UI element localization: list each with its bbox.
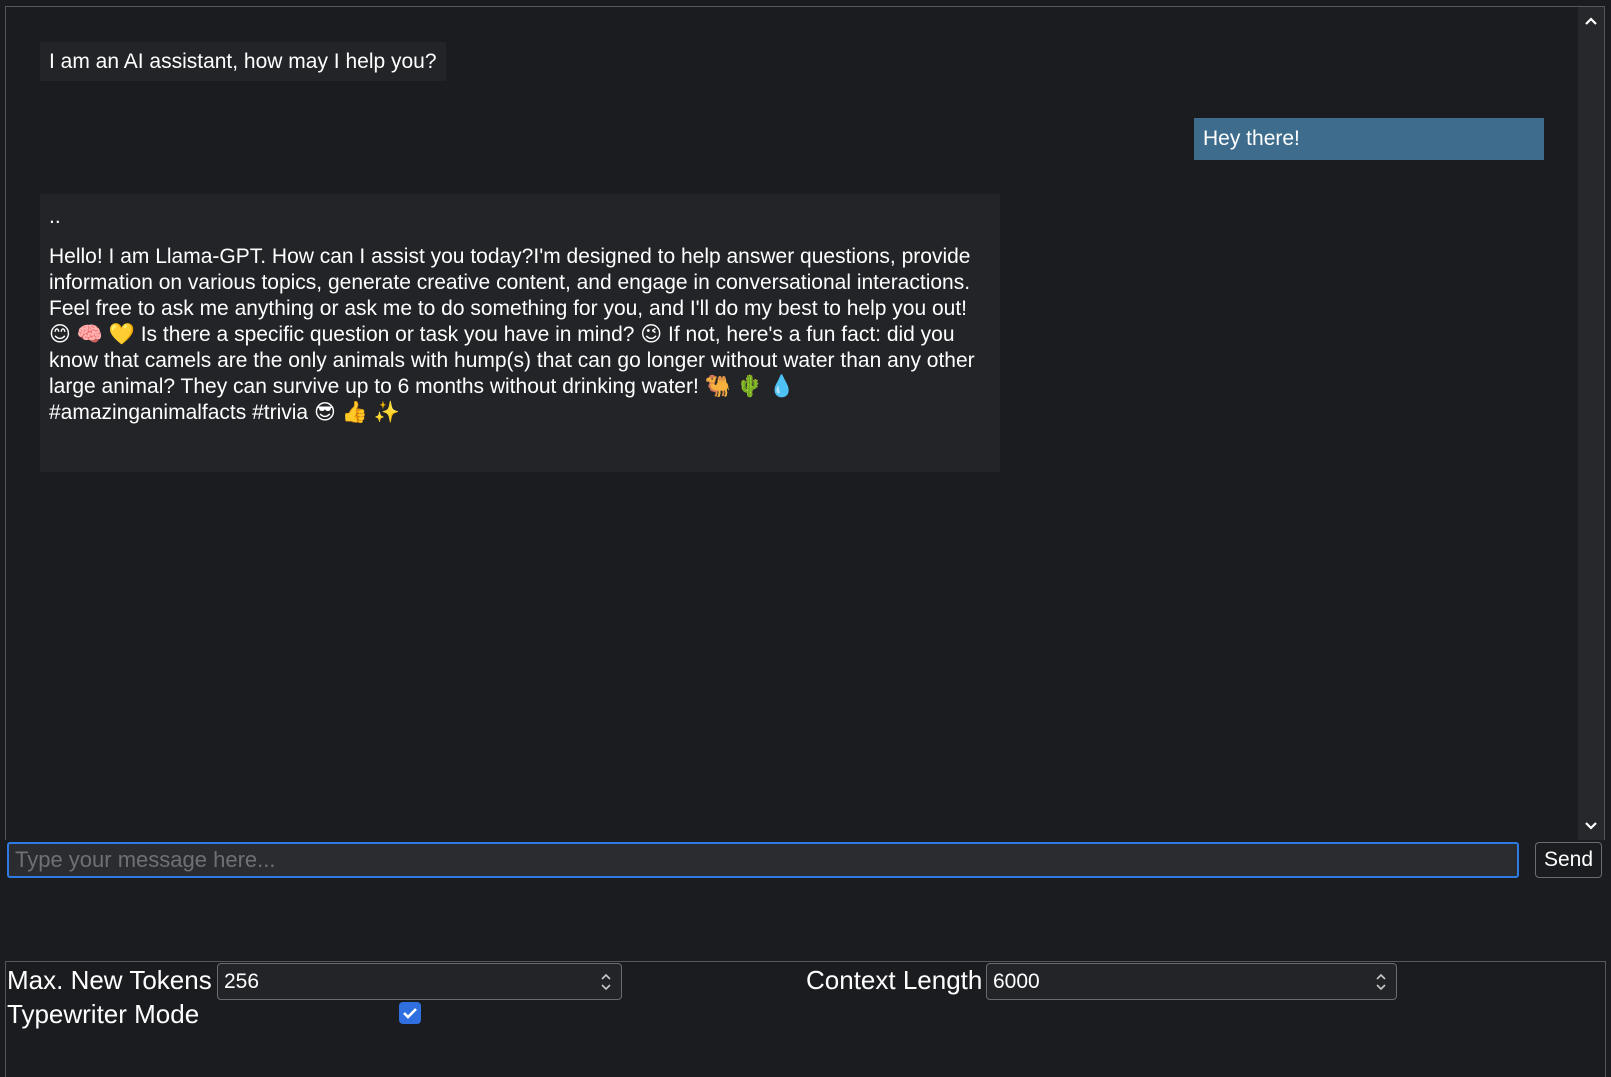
checkmark-icon — [403, 1008, 417, 1019]
spinner-icon[interactable] — [591, 964, 621, 999]
assistant-message: I am an AI assistant, how may I help you… — [40, 42, 446, 81]
chat-scrollbar[interactable] — [1578, 7, 1604, 840]
user-message: Hey there! — [1194, 118, 1544, 160]
spinner-icon[interactable] — [1366, 964, 1396, 999]
typing-indicator: .. — [49, 205, 61, 228]
scroll-up-icon[interactable] — [1578, 9, 1604, 33]
assistant-message: .. Hello! I am Llama-GPT. How can I assi… — [40, 194, 1000, 472]
message-text: I am an AI assistant, how may I help you… — [49, 50, 437, 73]
settings-panel: Max. New Tokens 256 Context Length 6000 … — [5, 961, 1606, 1077]
typewriter-mode-checkbox[interactable] — [399, 1002, 421, 1024]
chat-window: I am an AI assistant, how may I help you… — [5, 6, 1605, 840]
message-text: Hey there! — [1203, 127, 1300, 150]
typewriter-mode-label: Typewriter Mode — [7, 999, 200, 1029]
send-button[interactable]: Send — [1535, 842, 1602, 878]
context-length-value: 6000 — [993, 969, 1040, 993]
message-text: Hello! I am Llama-GPT. How can I assist … — [49, 245, 975, 424]
composer: Send — [5, 840, 1606, 880]
max-tokens-input[interactable]: 256 — [217, 963, 622, 1000]
context-length-input[interactable]: 6000 — [986, 963, 1397, 1000]
context-length-label: Context Length — [806, 965, 983, 995]
max-tokens-value: 256 — [224, 969, 260, 993]
scroll-down-icon[interactable] — [1578, 814, 1604, 838]
max-tokens-label: Max. New Tokens — [7, 965, 212, 995]
message-input[interactable] — [7, 842, 1519, 878]
